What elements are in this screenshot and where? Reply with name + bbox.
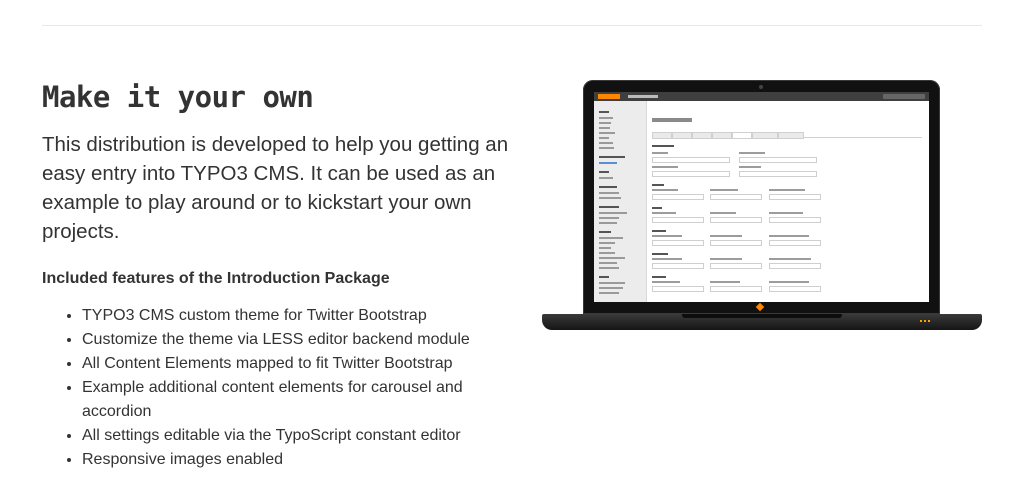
camera-icon (759, 85, 763, 89)
status-led-icon (928, 320, 930, 322)
feature-item: Customize the theme via LESS editor back… (82, 328, 522, 352)
backend-screenshot (594, 92, 929, 302)
topbar-text (628, 95, 658, 98)
backend-sidebar (594, 101, 647, 302)
backend-main (647, 101, 929, 302)
lead-paragraph: This distribution is developed to help y… (42, 133, 509, 243)
backend-topbar (594, 92, 929, 101)
laptop-lid (583, 80, 940, 314)
topbar-search (883, 94, 925, 99)
feature-item: Example additional content elements for … (82, 376, 522, 424)
backend-tabs (652, 132, 922, 139)
features-list: TYPO3 CMS custom theme for Twitter Boots… (42, 304, 522, 472)
feature-item: All Content Elements mapped to fit Twitt… (82, 352, 522, 376)
top-divider (42, 25, 982, 26)
feature-item: Responsive images enabled (82, 448, 522, 472)
style-settings-title (652, 118, 692, 122)
laptop-base (542, 314, 982, 330)
typo3-logo-icon (598, 94, 620, 99)
features-title: Included features of the Introduction Pa… (42, 270, 390, 287)
status-led-icon (924, 320, 926, 322)
typo3-badge-icon (755, 302, 765, 312)
section-heading: Make it your own (42, 80, 314, 114)
feature-item: TYPO3 CMS custom theme for Twitter Boots… (82, 304, 522, 328)
feature-item: All settings editable via the TypoScript… (82, 424, 522, 448)
laptop-notch (682, 314, 842, 318)
laptop-image (542, 80, 982, 332)
status-led-icon (920, 320, 922, 322)
